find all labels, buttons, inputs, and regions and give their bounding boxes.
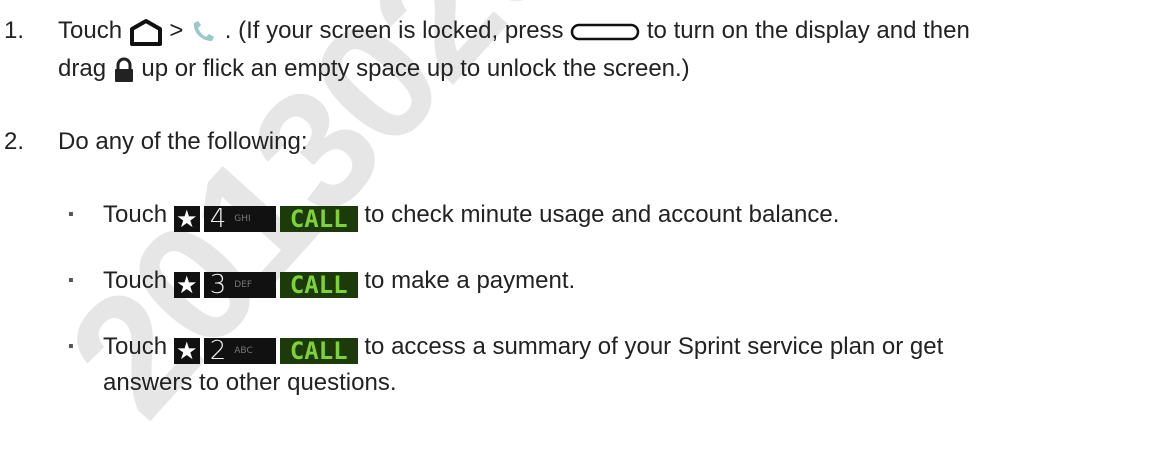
digit-key-number: 3 bbox=[209, 270, 227, 300]
digit-key-letters: GHI bbox=[234, 214, 251, 224]
power-button-icon bbox=[570, 23, 640, 40]
digit-key-number: 4 bbox=[209, 204, 227, 234]
star-key-icon: ★ bbox=[173, 337, 200, 365]
step-text: Do any of the following: bbox=[58, 128, 308, 155]
step-text-part: to turn on the display and then bbox=[646, 17, 970, 44]
step-text-part: > bbox=[169, 17, 184, 44]
bullet-body: to check minute usage and account balanc… bbox=[364, 201, 840, 228]
bullet-body: to access a summary of your Sprint servi… bbox=[364, 333, 944, 360]
digit-key-icon: 3 DEF bbox=[203, 270, 276, 300]
bullet-body: to make a payment. bbox=[364, 267, 576, 294]
call-key-icon: CALL bbox=[279, 337, 358, 365]
star-key-icon: ★ bbox=[173, 205, 200, 233]
bullet-body: answers to other questions. bbox=[103, 369, 397, 396]
bullet-marker: ▪ bbox=[68, 338, 74, 355]
digit-key-icon: 2 ABC bbox=[203, 336, 276, 366]
bullet-prefix: Touch bbox=[103, 333, 168, 360]
step-number: 2. bbox=[4, 128, 25, 155]
phone-icon bbox=[193, 20, 215, 41]
digit-key-icon: 4 GHI bbox=[203, 204, 276, 234]
bullet-prefix: Touch bbox=[103, 267, 168, 294]
home-icon bbox=[129, 18, 162, 46]
bullet-marker: ▪ bbox=[68, 206, 74, 223]
digit-key-number: 2 bbox=[209, 336, 227, 366]
step-text: drag up or flick an empty space up to un… bbox=[58, 52, 690, 86]
bullet-text: Touch ★ 4 GHI CALL to check minute usage an… bbox=[103, 198, 840, 234]
call-key-icon: CALL bbox=[279, 205, 358, 233]
star-key-icon: ★ bbox=[173, 271, 200, 299]
bullet-text: Touch ★ 2 ABC CALL to access a summary of y… bbox=[103, 330, 944, 366]
bullet-text: Touch ★ 3 DEF CALL to make a payment. bbox=[103, 264, 576, 300]
step-text-part: . (If your screen is locked, press bbox=[224, 17, 564, 44]
bullet-marker: ▪ bbox=[68, 272, 74, 289]
step-text-part: Touch bbox=[58, 17, 123, 44]
lock-icon bbox=[114, 57, 133, 82]
step-text: Touch > . (If your screen is locked, pre… bbox=[58, 14, 970, 48]
digit-key-letters: ABC bbox=[234, 346, 253, 356]
step-text-part: drag bbox=[58, 55, 107, 82]
bullet-prefix: Touch bbox=[103, 201, 168, 228]
digit-key-letters: DEF bbox=[234, 280, 253, 290]
step-text-part: up or flick an empty space up to unlock … bbox=[141, 55, 690, 82]
call-key-icon: CALL bbox=[279, 271, 358, 299]
step-number: 1. bbox=[4, 17, 25, 44]
